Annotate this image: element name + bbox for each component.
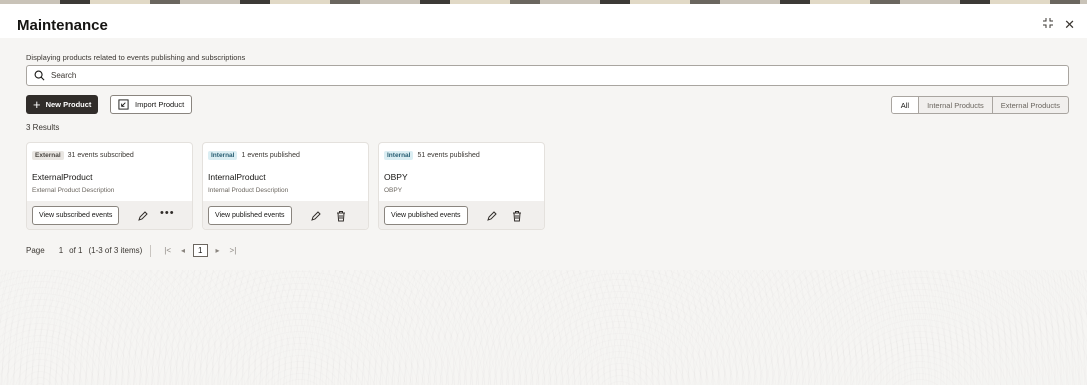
product-card: Internal 1 events published InternalProd… [202, 142, 369, 230]
search-icon [34, 70, 45, 81]
view-published-events-button[interactable]: View published events [384, 206, 468, 225]
delete-icon[interactable] [335, 209, 347, 222]
pagination-divider [150, 244, 152, 257]
view-published-events-button[interactable]: View published events [208, 206, 292, 225]
product-filter: All Internal Products External Products [890, 96, 1069, 114]
product-card: External 31 events subscribed ExternalPr… [26, 142, 193, 230]
items-range: (1-3 of 3 items) [88, 246, 143, 255]
card-badge-row: Internal 51 events published [384, 151, 480, 160]
page-total: of 1 [69, 246, 83, 255]
filter-internal-products[interactable]: Internal Products [918, 97, 992, 113]
page-label: Page [26, 246, 45, 255]
results-count: 3 Results [26, 123, 60, 132]
type-badge: External [32, 151, 64, 160]
view-subscribed-events-button[interactable]: View subscribed events [32, 206, 120, 225]
main-content: Displaying products related to events pu… [0, 38, 1087, 385]
edit-icon[interactable] [137, 209, 149, 221]
filter-external-products[interactable]: External Products [991, 97, 1068, 113]
edit-icon[interactable] [310, 209, 322, 221]
import-product-button[interactable]: Import Product [110, 95, 193, 114]
events-count: 51 events published [417, 152, 480, 159]
edit-icon[interactable] [486, 209, 498, 221]
subtitle: Displaying products related to events pu… [26, 53, 246, 62]
new-product-button[interactable]: + New Product [26, 95, 99, 114]
card-footer: View subscribed events ••• [27, 201, 192, 229]
card-badge-row: Internal 1 events published [208, 151, 300, 160]
card-footer: View published events [203, 201, 368, 229]
first-page-icon[interactable]: |< [164, 246, 171, 255]
window-header: Maintenance ✕ [0, 4, 1087, 38]
product-description: External Product Description [32, 187, 115, 194]
type-badge: Internal [208, 151, 238, 160]
current-page-button[interactable]: 1 [193, 244, 208, 257]
delete-icon[interactable] [511, 209, 523, 222]
pagination: Page 1 of 1 (1-3 of 3 items) |< ◂ 1 ▸ >| [26, 244, 241, 257]
import-product-label: Import Product [135, 100, 185, 109]
filter-all[interactable]: All [891, 97, 919, 113]
product-name: InternalProduct [208, 172, 266, 182]
type-badge: Internal [384, 151, 414, 160]
events-count: 31 events subscribed [67, 152, 134, 159]
product-name: OBPY [384, 172, 408, 182]
next-page-icon[interactable]: ▸ [216, 246, 220, 255]
plus-icon: + [33, 97, 41, 112]
previous-page-icon[interactable]: ◂ [181, 246, 185, 255]
product-name: ExternalProduct [32, 172, 93, 182]
search-bar[interactable] [26, 65, 1069, 86]
product-description: OBPY [384, 187, 403, 194]
events-count: 1 events published [241, 152, 300, 159]
card-badge-row: External 31 events subscribed [32, 151, 134, 160]
header-icons: ✕ [1042, 17, 1075, 31]
new-product-label: New Product [45, 100, 92, 109]
page-title: Maintenance [17, 17, 108, 34]
close-icon[interactable]: ✕ [1064, 18, 1075, 31]
search-input[interactable] [51, 71, 951, 80]
page-number[interactable]: 1 [59, 246, 63, 255]
last-page-icon[interactable]: >| [230, 246, 237, 255]
card-footer: View published events [379, 201, 544, 229]
more-icon[interactable]: ••• [160, 207, 175, 219]
product-card: Internal 51 events published OBPY OBPY V… [378, 142, 545, 230]
collapse-icon[interactable] [1042, 17, 1054, 31]
import-icon [118, 99, 129, 110]
product-description: Internal Product Description [208, 187, 289, 194]
